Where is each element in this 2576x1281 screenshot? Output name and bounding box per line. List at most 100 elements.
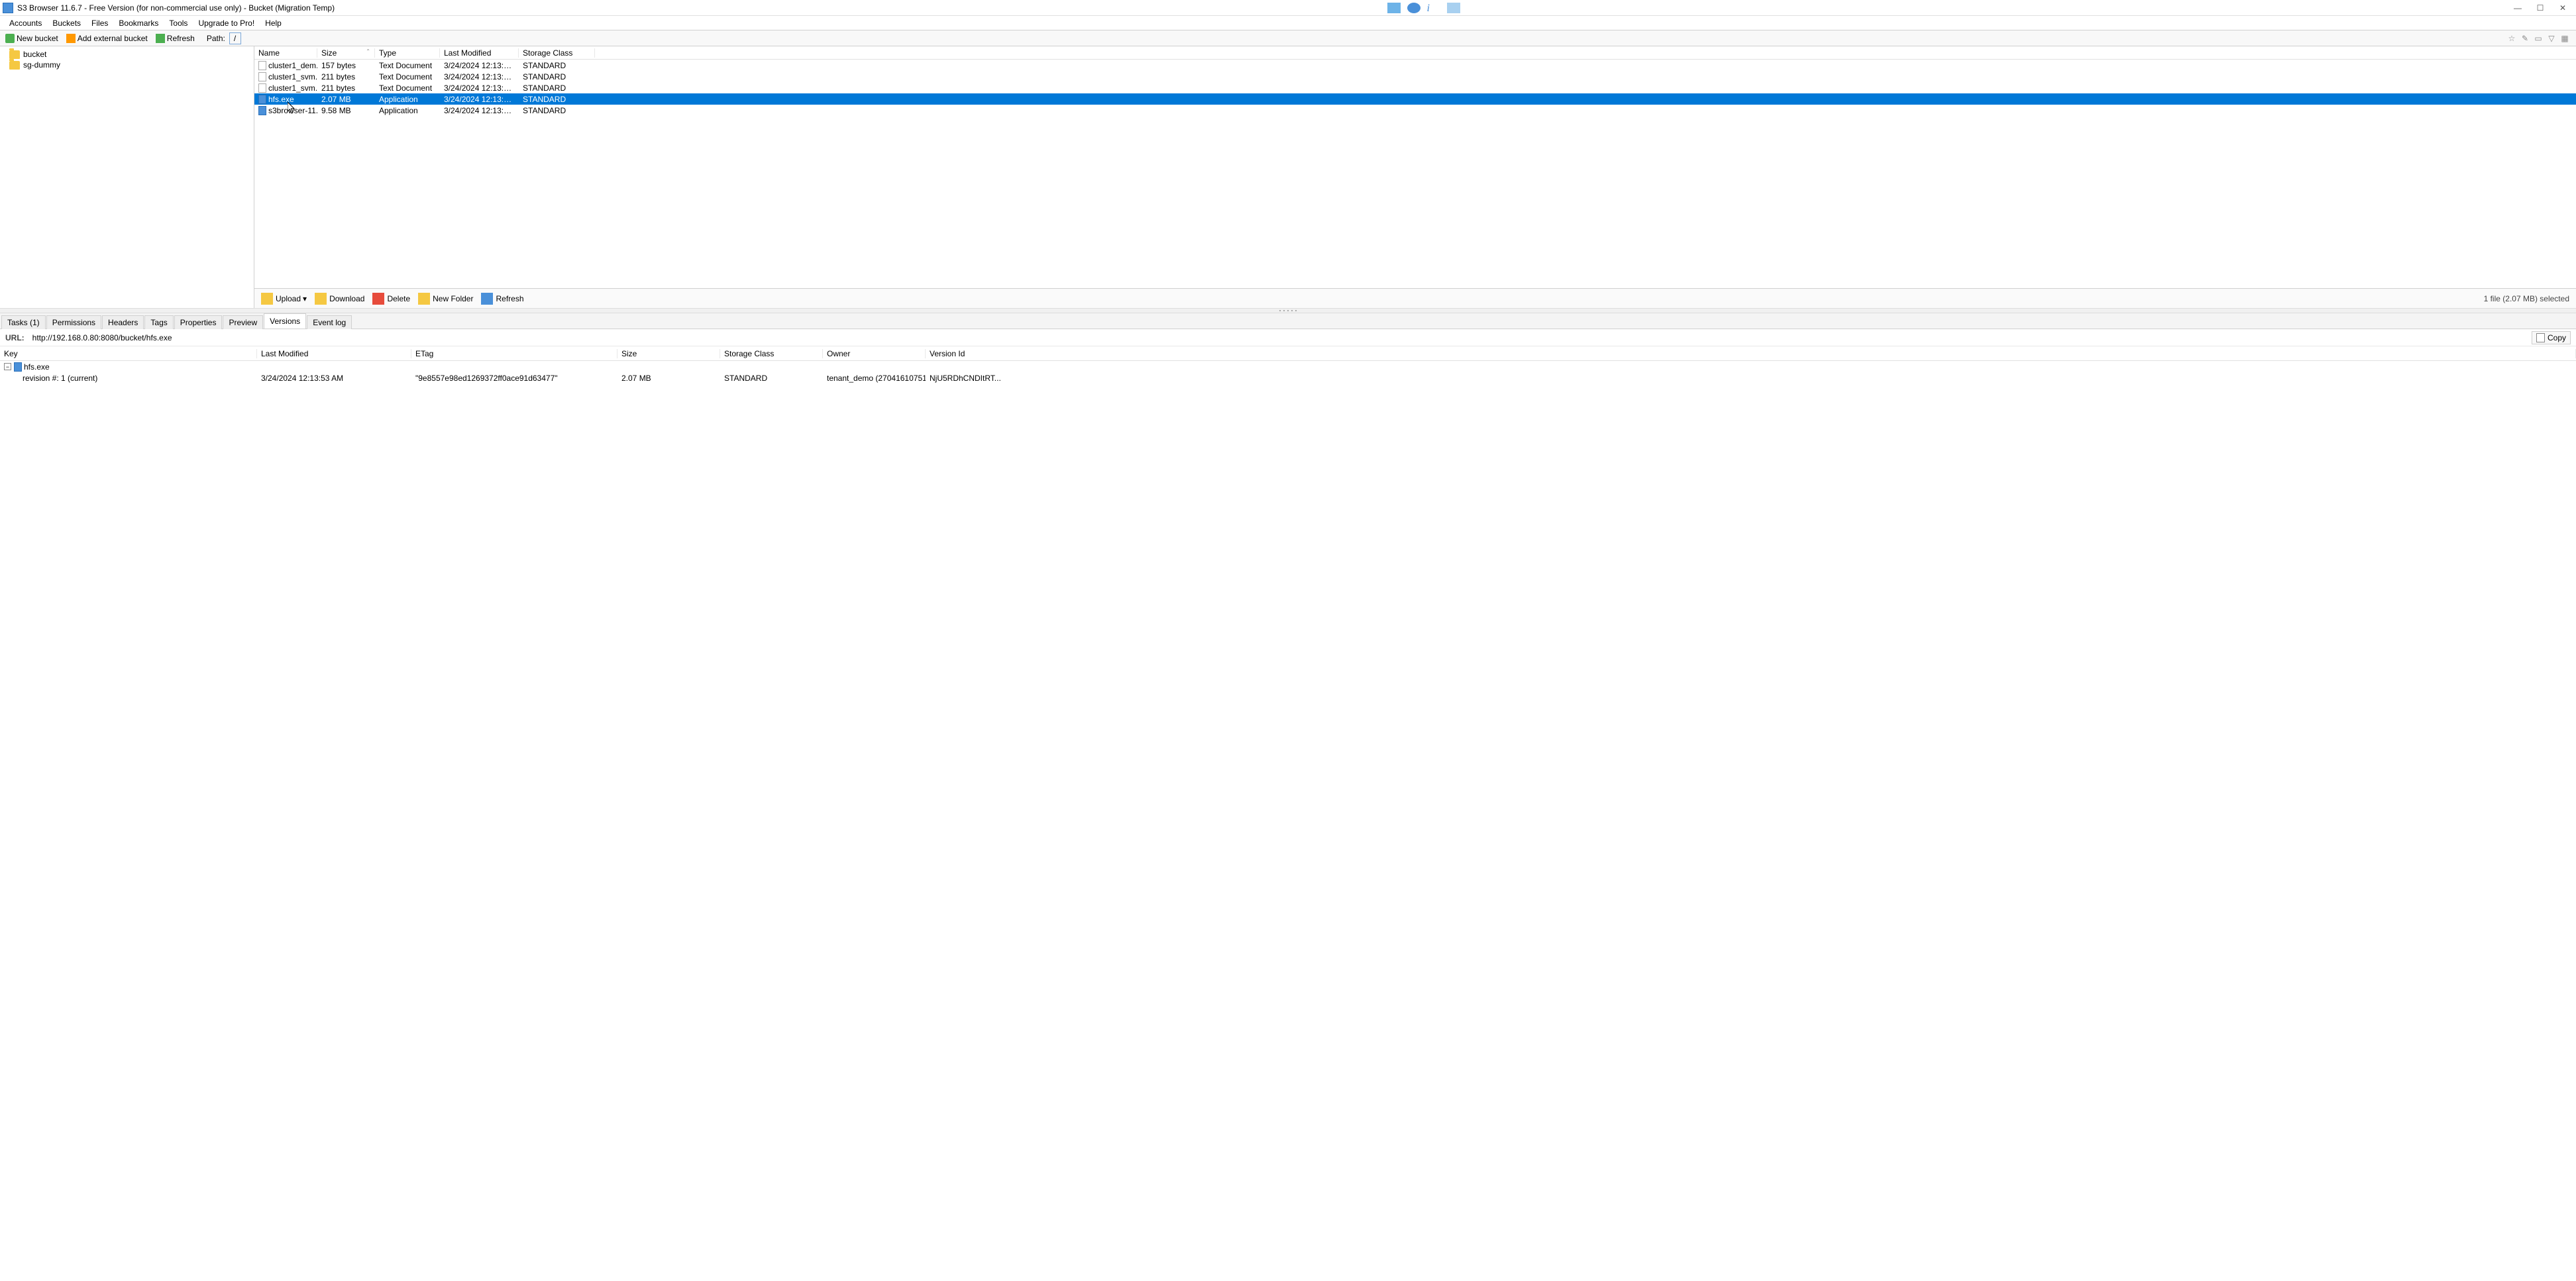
download-button[interactable]: Download bbox=[311, 289, 368, 308]
url-bar: URL: http://192.168.0.80:8080/bucket/hfs… bbox=[0, 329, 2576, 346]
external-icon bbox=[66, 34, 76, 43]
vcol-size[interactable]: Size bbox=[617, 349, 720, 358]
tree-item-sg-dummy[interactable]: sg-dummy bbox=[0, 60, 254, 70]
column-type[interactable]: Type bbox=[375, 48, 440, 58]
file-list: cluster1_dem...157 bytesText Document3/2… bbox=[254, 60, 2576, 288]
file-row[interactable]: cluster1_dem...157 bytesText Document3/2… bbox=[254, 60, 2576, 71]
window-title: S3 Browser 11.6.7 - Free Version (for no… bbox=[17, 3, 335, 13]
version-modified: 3/24/2024 12:13:53 AM bbox=[257, 374, 411, 383]
refresh-button[interactable]: Refresh bbox=[152, 30, 199, 46]
tab-permissions[interactable]: Permissions bbox=[46, 315, 101, 329]
upload-icon bbox=[261, 293, 273, 305]
download-icon bbox=[315, 293, 327, 305]
splitter-handle[interactable] bbox=[0, 308, 2576, 313]
new-folder-icon bbox=[418, 293, 430, 305]
vcol-modified[interactable]: Last Modified bbox=[257, 349, 411, 358]
file-storage: STANDARD bbox=[519, 106, 595, 115]
file-modified: 3/24/2024 12:13:53 AM bbox=[440, 72, 519, 81]
column-name[interactable]: Name bbox=[254, 48, 317, 58]
tab-tasks-[interactable]: Tasks (1) bbox=[1, 315, 46, 329]
tab-headers[interactable]: Headers bbox=[102, 315, 144, 329]
versions-column-headers: Key Last Modified ETag Size Storage Clas… bbox=[0, 346, 2576, 361]
file-type: Text Document bbox=[375, 61, 440, 70]
menu-help[interactable]: Help bbox=[260, 19, 287, 28]
version-row[interactable]: revision #: 1 (current) 3/24/2024 12:13:… bbox=[0, 372, 2576, 384]
vcol-owner[interactable]: Owner bbox=[823, 349, 926, 358]
versions-root-name: hfs.exe bbox=[24, 362, 50, 372]
bucket-tree: bucket sg-dummy bbox=[0, 46, 254, 308]
file-name: hfs.exe bbox=[268, 95, 294, 104]
pencil-icon[interactable]: ✎ bbox=[2520, 34, 2530, 43]
file-type: Application bbox=[375, 106, 440, 115]
column-modified[interactable]: Last Modified bbox=[440, 48, 519, 58]
refresh-icon bbox=[481, 293, 493, 305]
version-id: NjU5RDhCNDItRT... bbox=[926, 374, 2576, 383]
file-name: cluster1_dem... bbox=[268, 61, 317, 70]
close-button[interactable]: ✕ bbox=[2557, 3, 2568, 13]
tab-tags[interactable]: Tags bbox=[144, 315, 173, 329]
versions-root-row[interactable]: − hfs.exe bbox=[0, 361, 2576, 372]
file-size: 211 bytes bbox=[317, 72, 375, 81]
maximize-button[interactable]: ☐ bbox=[2535, 3, 2546, 13]
column-size[interactable]: Size⌃ bbox=[317, 48, 375, 58]
tab-properties[interactable]: Properties bbox=[174, 315, 223, 329]
vcol-storage[interactable]: Storage Class bbox=[720, 349, 823, 358]
add-external-bucket-button[interactable]: Add external bucket bbox=[62, 30, 152, 46]
file-column-headers: Name Size⌃ Type Last Modified Storage Cl… bbox=[254, 46, 2576, 60]
path-input[interactable]: / bbox=[229, 32, 241, 44]
menu-tools[interactable]: Tools bbox=[164, 19, 193, 28]
menu-bookmarks[interactable]: Bookmarks bbox=[113, 19, 164, 28]
menubar: Accounts Buckets Files Bookmarks Tools U… bbox=[0, 16, 2576, 30]
menu-accounts[interactable]: Accounts bbox=[4, 19, 47, 28]
file-name: cluster1_svm... bbox=[268, 72, 317, 81]
action-bar: Upload ▾ Download Delete New Folder Refr… bbox=[254, 288, 2576, 308]
card-icon[interactable]: ▭ bbox=[2534, 34, 2543, 43]
cloud-icon[interactable] bbox=[1407, 3, 1421, 13]
tab-preview[interactable]: Preview bbox=[223, 315, 263, 329]
file-type: Application bbox=[375, 95, 440, 104]
file-row[interactable]: s3browser-11...9.58 MBApplication3/24/20… bbox=[254, 105, 2576, 116]
file-modified: 3/24/2024 12:13:53 AM bbox=[440, 61, 519, 70]
column-storage[interactable]: Storage Class bbox=[519, 48, 595, 58]
star-icon[interactable]: ☆ bbox=[2507, 34, 2516, 43]
tree-item-bucket[interactable]: bucket bbox=[0, 49, 254, 60]
filter-icon[interactable]: ▽ bbox=[2547, 34, 2556, 43]
vcol-key[interactable]: Key bbox=[0, 349, 257, 358]
new-bucket-label: New bucket bbox=[17, 34, 58, 43]
plus-icon bbox=[5, 34, 15, 43]
version-size: 2.07 MB bbox=[617, 374, 720, 383]
folder-icon bbox=[9, 50, 20, 59]
copy-icon bbox=[2536, 333, 2545, 342]
tab-versions[interactable]: Versions bbox=[264, 313, 306, 329]
menu-buckets[interactable]: Buckets bbox=[47, 19, 86, 28]
file-modified: 3/24/2024 12:13:53 AM bbox=[440, 106, 519, 115]
info-icon[interactable]: i bbox=[1427, 3, 1440, 13]
file-row[interactable]: hfs.exe2.07 MBApplication3/24/2024 12:13… bbox=[254, 93, 2576, 105]
refresh-files-button[interactable]: Refresh bbox=[477, 289, 527, 308]
menu-upgrade[interactable]: Upgrade to Pro! bbox=[193, 19, 260, 28]
refresh-label: Refresh bbox=[167, 34, 195, 43]
version-owner: tenant_demo (27041610751... bbox=[823, 374, 926, 383]
keyboard-icon[interactable] bbox=[1387, 3, 1401, 13]
new-folder-button[interactable]: New Folder bbox=[414, 289, 477, 308]
file-storage: STANDARD bbox=[519, 95, 595, 104]
app-file-icon bbox=[14, 362, 22, 372]
collapse-icon[interactable]: − bbox=[4, 363, 11, 370]
vcol-versionid[interactable]: Version Id bbox=[926, 349, 2576, 358]
file-row[interactable]: cluster1_svm...211 bytesText Document3/2… bbox=[254, 71, 2576, 82]
delete-icon bbox=[372, 293, 384, 305]
tab-event-log[interactable]: Event log bbox=[307, 315, 352, 329]
copy-button[interactable]: Copy bbox=[2532, 331, 2571, 344]
file-row[interactable]: cluster1_svm...211 bytesText Document3/2… bbox=[254, 82, 2576, 93]
document-file-icon bbox=[258, 83, 266, 93]
delete-button[interactable]: Delete bbox=[368, 289, 414, 308]
vcol-etag[interactable]: ETag bbox=[411, 349, 617, 358]
url-value[interactable]: http://192.168.0.80:8080/bucket/hfs.exe bbox=[32, 333, 2532, 342]
menu-files[interactable]: Files bbox=[86, 19, 113, 28]
grid-icon[interactable]: ▦ bbox=[2560, 34, 2569, 43]
new-bucket-button[interactable]: New bucket bbox=[1, 30, 62, 46]
version-storage: STANDARD bbox=[720, 374, 823, 383]
minimize-button[interactable]: — bbox=[2512, 3, 2523, 13]
progress-icon[interactable] bbox=[1447, 3, 1460, 13]
upload-button[interactable]: Upload ▾ bbox=[257, 289, 311, 308]
